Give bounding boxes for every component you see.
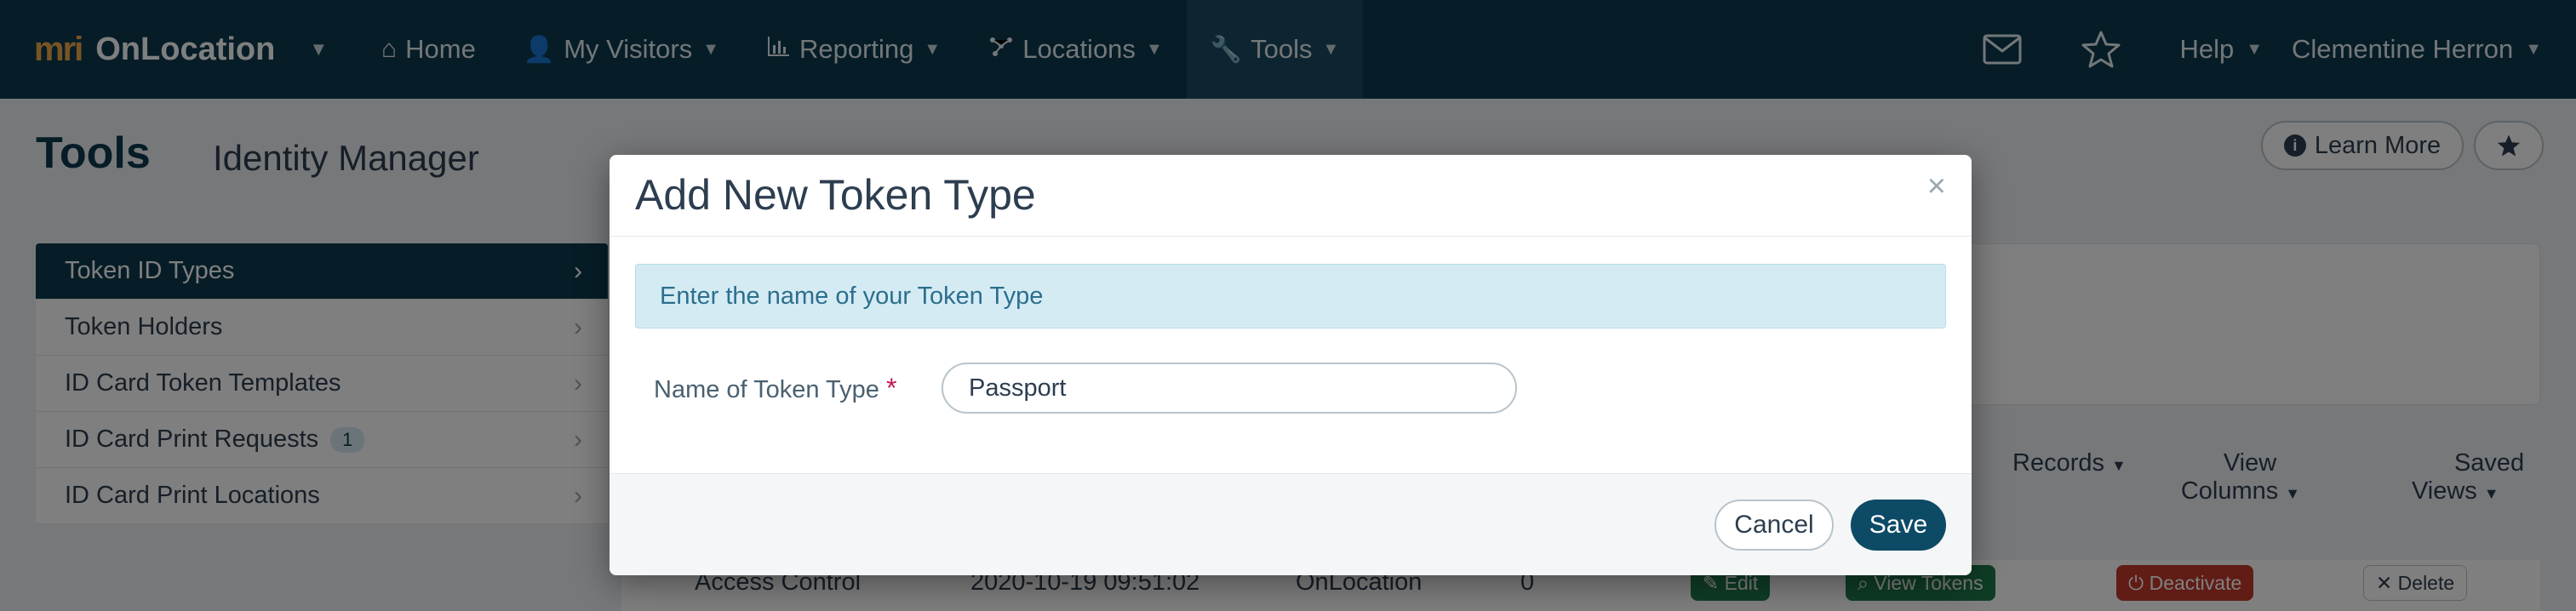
token-type-name-label: Name of Token Type * [654, 373, 896, 404]
token-type-name-input[interactable] [942, 363, 1517, 414]
add-token-type-modal: Add New Token Type × Enter the name of y… [610, 155, 1972, 575]
modal-header: Add New Token Type × [610, 155, 1972, 237]
modal-footer: Cancel Save [610, 473, 1972, 575]
info-alert: Enter the name of your Token Type [635, 264, 1946, 328]
save-button[interactable]: Save [1851, 500, 1946, 551]
field-label-text: Name of Token Type [654, 376, 879, 403]
modal-title: Add New Token Type [635, 171, 1036, 219]
cancel-button[interactable]: Cancel [1714, 500, 1834, 551]
close-icon[interactable]: × [1927, 168, 1946, 205]
required-indicator: * [885, 373, 897, 403]
